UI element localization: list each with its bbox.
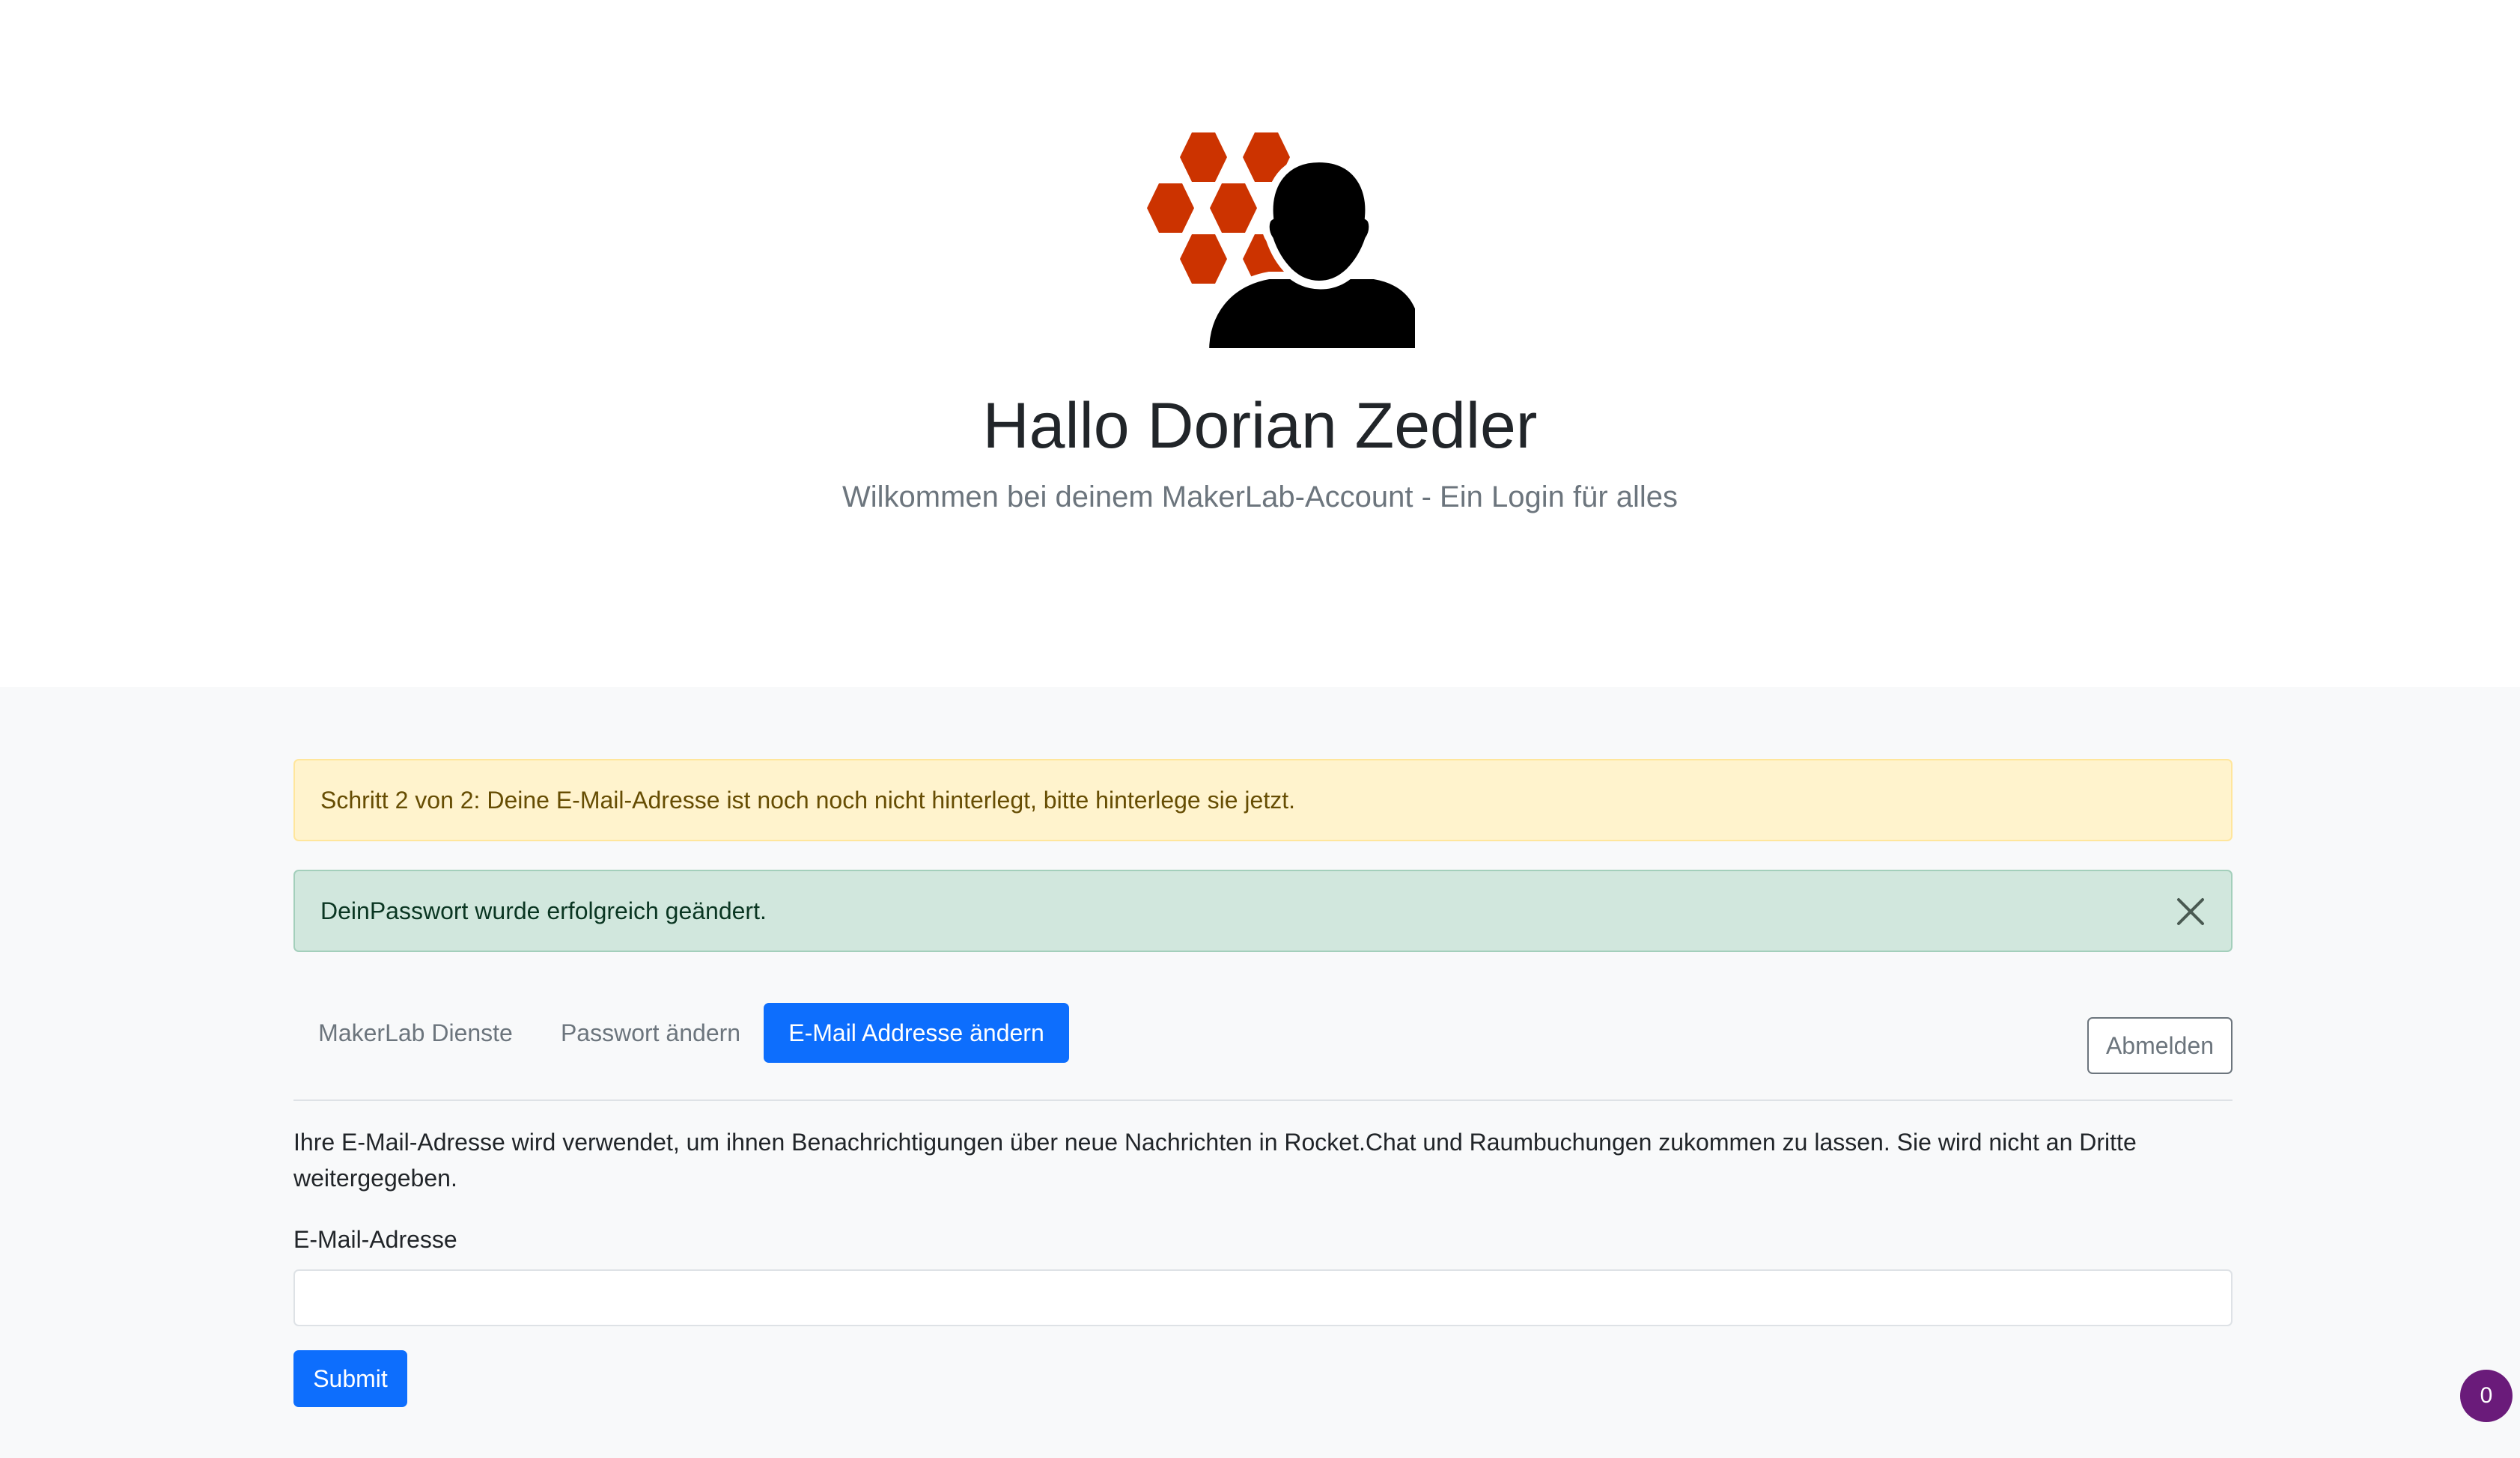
email-field[interactable] (293, 1269, 2233, 1326)
header-section: Hallo Dorian Zedler Wilkommen bei deinem… (0, 0, 2520, 687)
tab-divider (293, 1099, 2233, 1101)
close-icon[interactable] (2171, 892, 2210, 931)
tab-passwort-aendern[interactable]: Passwort ändern (542, 1003, 759, 1063)
tab-email-addresse-aendern[interactable]: E-Mail Addresse ändern (764, 1003, 1069, 1063)
tab-makerlab-dienste[interactable]: MakerLab Dienste (293, 1003, 538, 1063)
warning-alert: Schritt 2 von 2: Deine E-Mail-Adresse is… (293, 759, 2233, 841)
submit-button[interactable]: Submit (293, 1350, 407, 1407)
makerlab-user-logo-icon (1147, 132, 1415, 356)
notification-badge[interactable]: 0 (2460, 1370, 2513, 1422)
email-usage-description: Ihre E-Mail-Adresse wird verwendet, um i… (293, 1129, 2137, 1192)
success-alert-text: DeinPasswort wurde erfolgreich geändert. (320, 897, 767, 924)
page-title: Hallo Dorian Zedler (982, 390, 1538, 462)
page-subtitle: Wilkommen bei deinem MakerLab-Account - … (841, 481, 1679, 513)
logout-button[interactable]: Abmelden (2087, 1017, 2233, 1074)
main-content: Schritt 2 von 2: Deine E-Mail-Adresse is… (0, 687, 2520, 1458)
success-alert: DeinPasswort wurde erfolgreich geändert. (293, 870, 2233, 952)
warning-alert-text: Schritt 2 von 2: Deine E-Mail-Adresse is… (320, 786, 1295, 814)
email-field-label: E-Mail-Adresse (293, 1226, 457, 1253)
